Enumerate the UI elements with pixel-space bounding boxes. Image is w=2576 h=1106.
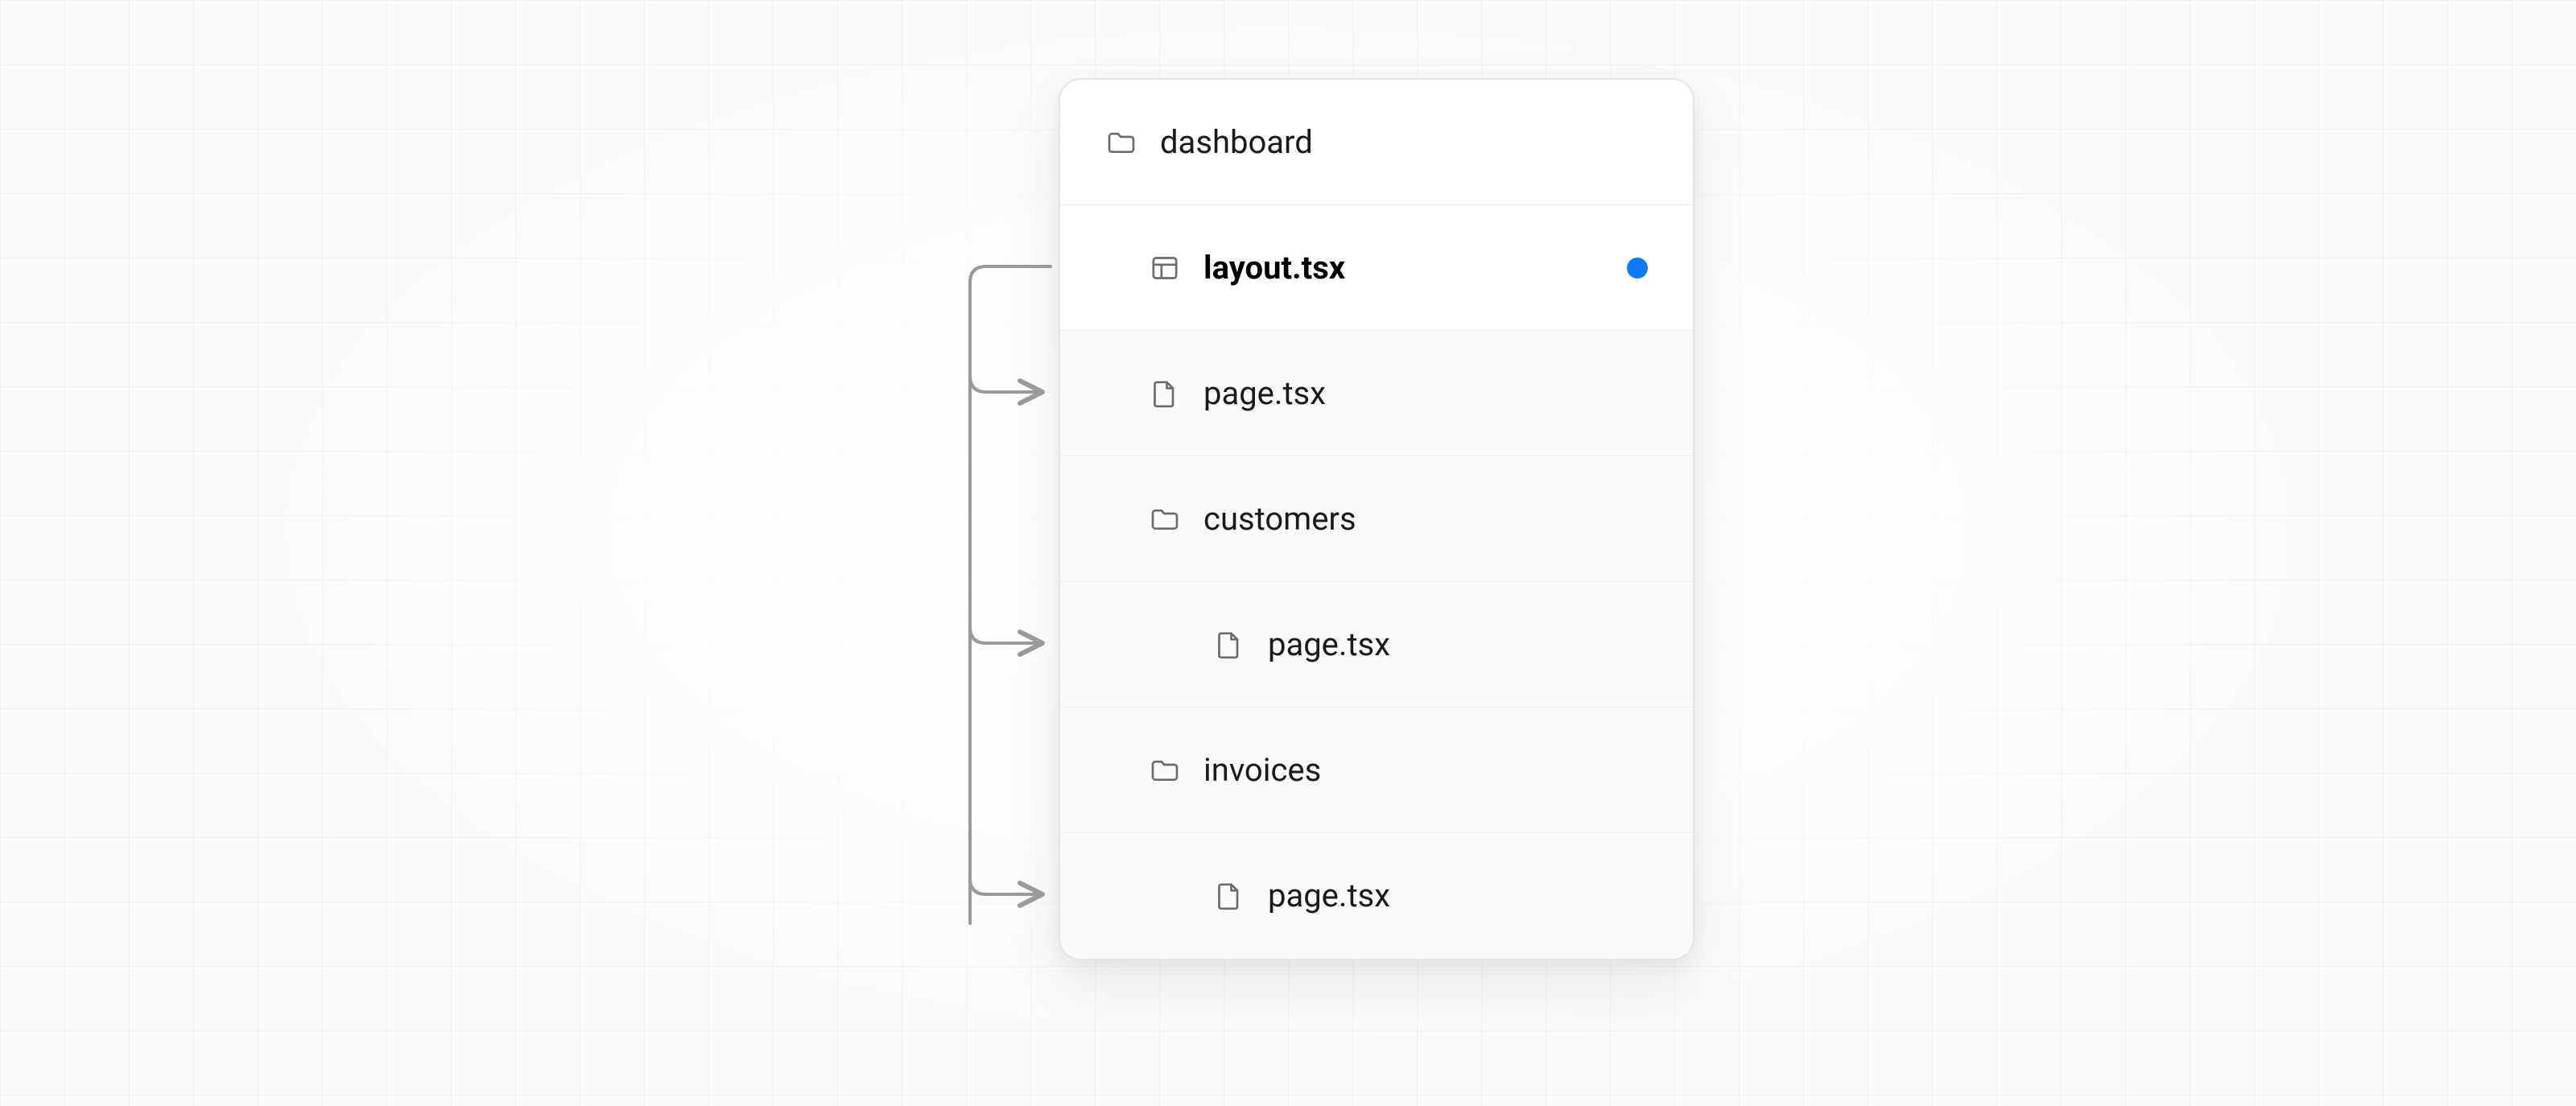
folder-icon (1149, 754, 1181, 786)
tree-label: layout.tsx (1203, 252, 1627, 284)
tree-label: page.tsx (1203, 378, 1648, 410)
file-tree-panel: dashboard layout.tsx page.tsx (1059, 78, 1695, 960)
folder-icon (1149, 503, 1181, 535)
connector-lines (881, 78, 1059, 1028)
tree-label: invoices (1203, 754, 1648, 786)
tree-item-invoices-page[interactable]: page.tsx (1060, 833, 1693, 959)
tree-label: dashboard (1160, 126, 1648, 159)
tree-root-dashboard[interactable]: dashboard (1060, 80, 1693, 205)
tree-item-invoices[interactable]: invoices (1060, 708, 1693, 833)
tree-label: customers (1203, 503, 1648, 535)
layout-icon (1149, 252, 1181, 284)
diagram-stage: dashboard layout.tsx page.tsx (881, 78, 1695, 1028)
tree-item-customers[interactable]: customers (1060, 456, 1693, 582)
status-dot-icon (1627, 258, 1648, 279)
tree-label: page.tsx (1268, 629, 1648, 661)
folder-icon (1105, 126, 1137, 159)
tree-item-layout[interactable]: layout.tsx (1060, 205, 1693, 331)
tree-item-customers-page[interactable]: page.tsx (1060, 582, 1693, 708)
tree-label: page.tsx (1268, 880, 1648, 912)
file-icon (1149, 378, 1181, 410)
file-icon (1213, 880, 1245, 912)
file-icon (1213, 629, 1245, 661)
tree-item-page[interactable]: page.tsx (1060, 331, 1693, 456)
